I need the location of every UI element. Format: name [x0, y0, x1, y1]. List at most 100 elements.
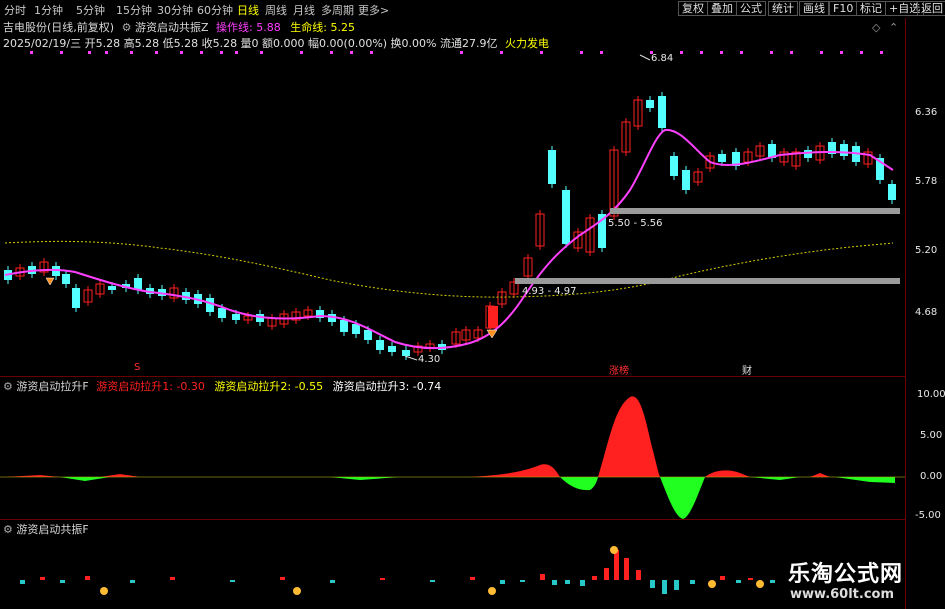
candle-body	[62, 274, 70, 284]
low-pointer	[404, 355, 418, 361]
ops-line	[4, 128, 894, 350]
panel2-green-area	[560, 477, 598, 491]
panel3-bar	[580, 580, 585, 586]
candle-body	[340, 320, 348, 332]
panel3-bar	[736, 580, 741, 583]
money-bag-icon	[488, 587, 496, 595]
panel3-bar	[500, 580, 505, 584]
panel3-bar	[130, 580, 135, 583]
panel3-bar	[770, 580, 775, 583]
panel3-bar	[690, 580, 695, 584]
signal-dot	[180, 51, 183, 54]
diamond-signal-icon	[45, 277, 55, 286]
panel3-bar	[674, 580, 679, 590]
candle-body	[888, 184, 896, 200]
money-bag-icon	[100, 587, 108, 595]
panel2-area-chart[interactable]	[0, 377, 905, 519]
signal-dot	[370, 51, 373, 54]
panel2-tick: 5.00	[920, 430, 943, 441]
signal-dot	[790, 51, 793, 54]
panel2-green-area	[750, 477, 800, 480]
money-bag-icon	[610, 546, 618, 554]
high-pointer	[639, 54, 651, 61]
candles	[4, 92, 896, 360]
signal-dot	[105, 51, 108, 54]
panel2-tick: 0.00	[920, 471, 943, 482]
finance-marker[interactable]: 财	[742, 362, 752, 377]
signal-dot	[580, 51, 583, 54]
panel3-bar	[720, 576, 725, 580]
candle-body	[388, 346, 396, 352]
signal-dot-row	[30, 51, 883, 54]
high-label: 6.84	[651, 53, 674, 64]
signal-dot	[235, 51, 238, 54]
watermark-title: 乐淘公式网	[788, 562, 904, 587]
signal-dot	[30, 51, 33, 54]
s-marker[interactable]: S	[134, 362, 140, 373]
panel3-bar	[636, 570, 641, 580]
candle-body	[718, 154, 726, 162]
panel2-tick: 10.00	[917, 389, 945, 400]
zone-lower-bar	[515, 278, 900, 284]
panel3-bar	[470, 577, 475, 580]
candle-body	[352, 324, 360, 334]
signal-dot	[840, 51, 843, 54]
panel3-bar	[565, 580, 570, 584]
candle-body	[206, 298, 214, 312]
panel3-bar	[230, 580, 235, 582]
panel3-bar	[170, 577, 175, 580]
candle-body	[646, 100, 654, 108]
watermark-url: www.60lt.com	[790, 587, 895, 602]
signal-dot	[300, 51, 303, 54]
price-tick: 5.78	[915, 176, 938, 187]
candle-body	[232, 314, 240, 320]
panel3-bar	[60, 580, 65, 583]
panel2-red-area	[470, 464, 560, 477]
candle-body	[548, 150, 556, 184]
zhangbang-marker[interactable]: 涨榜	[609, 362, 629, 377]
signal-dot	[155, 51, 158, 54]
panel2-red-area	[100, 474, 140, 477]
candle-body	[670, 156, 678, 176]
panel3-bar	[650, 580, 655, 588]
zone-upper-bar	[610, 208, 900, 214]
panel2-green-area	[330, 477, 400, 480]
signal-dot	[330, 51, 333, 54]
candlestick-chart[interactable]	[0, 0, 905, 376]
candle-body	[488, 306, 498, 328]
panel2-tick: -5.00	[915, 510, 941, 521]
candle-body	[72, 288, 80, 308]
price-tick: 5.20	[915, 245, 938, 256]
candle-body	[840, 144, 848, 156]
panel3-bar	[85, 576, 90, 580]
money-bag-icon	[756, 580, 764, 588]
panel3-bar	[662, 580, 667, 594]
candle-body	[376, 340, 384, 350]
back-button[interactable]: 返回	[917, 1, 945, 16]
price-axis-divider	[905, 18, 906, 609]
panel3-bar	[430, 580, 435, 582]
candle-body	[108, 286, 116, 290]
panel3-bar	[330, 580, 335, 583]
signal-dot	[740, 51, 743, 54]
panel3-bar	[540, 574, 545, 580]
signal-dot	[200, 51, 203, 54]
zone-upper-label: 5.50 - 5.56	[608, 218, 663, 229]
panel2-green-area	[60, 477, 110, 481]
signal-dot	[220, 51, 223, 54]
panel3-bar	[40, 577, 45, 580]
panel2-green-area	[660, 477, 705, 519]
signal-dot	[770, 51, 773, 54]
candle-body	[402, 350, 410, 356]
money-bag-icon	[293, 587, 301, 595]
price-tick: 4.68	[915, 307, 938, 318]
panel3-bar-chart[interactable]	[0, 520, 905, 609]
candle-body	[562, 190, 570, 244]
signal-dot	[860, 51, 863, 54]
panel2-red-area	[810, 473, 830, 477]
candle-body	[682, 170, 690, 190]
candle-body	[804, 150, 812, 158]
money-bag-icon	[708, 580, 716, 588]
signal-dot	[460, 51, 463, 54]
signal-dot	[600, 51, 603, 54]
